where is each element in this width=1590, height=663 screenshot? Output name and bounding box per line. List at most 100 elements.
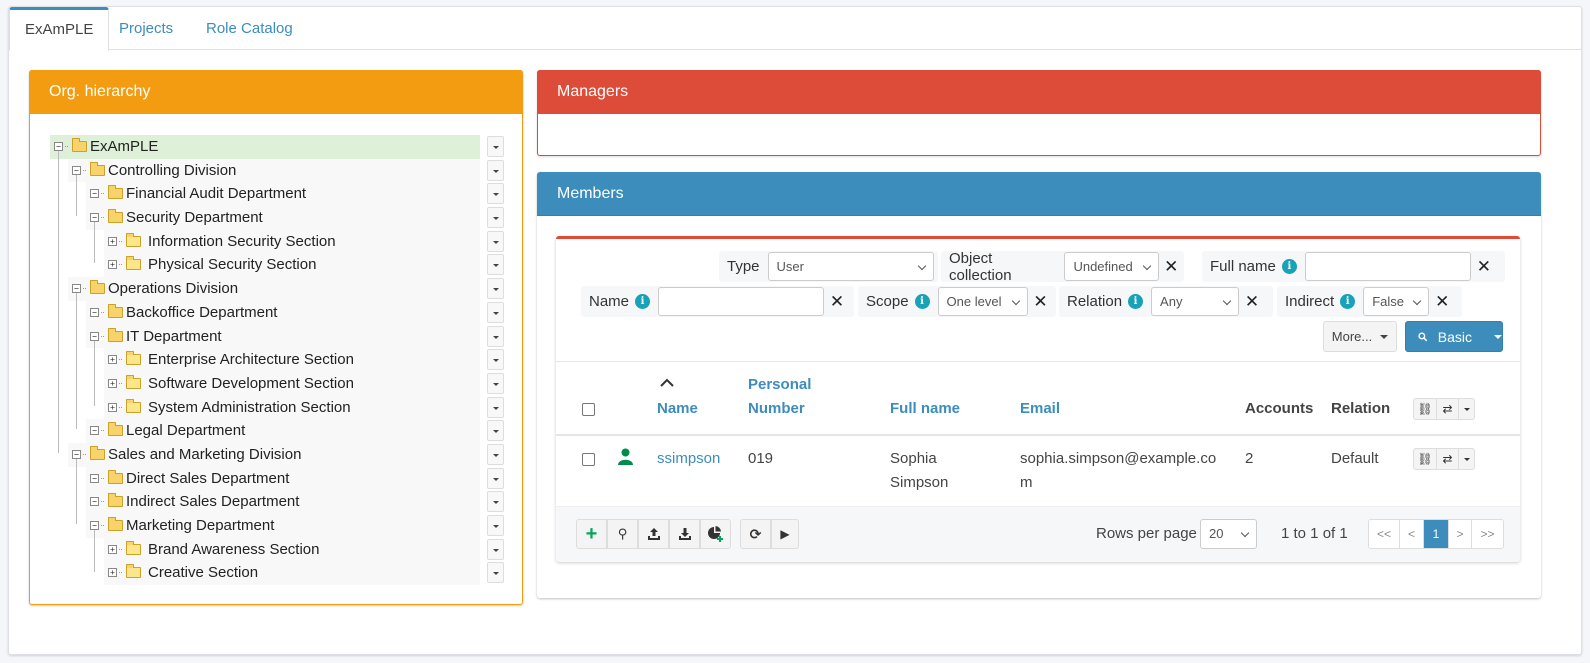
create-report-button[interactable]	[700, 519, 731, 549]
tree-node-menu-button[interactable]	[487, 325, 504, 347]
tree-node-menu-button[interactable]	[487, 278, 504, 300]
tree-node-label[interactable]: Legal Department	[126, 419, 245, 442]
tree-node-label[interactable]: Creative Section	[148, 561, 258, 584]
prev-page-button[interactable]: <	[1400, 520, 1424, 548]
tree-node-menu-button[interactable]	[487, 467, 504, 489]
play-button[interactable]: ▶	[771, 519, 799, 549]
clear-indirect-icon[interactable]: ✕	[1429, 292, 1455, 312]
clear-full-name-icon[interactable]: ✕	[1471, 257, 1497, 277]
tree-node[interactable]: − Financial Audit Department	[50, 182, 504, 207]
clear-relation-icon[interactable]: ✕	[1239, 292, 1265, 312]
tree-node-label[interactable]: Enterprise Architecture Section	[148, 348, 354, 371]
collapse-icon[interactable]: −	[90, 331, 104, 341]
collapse-icon[interactable]: −	[72, 165, 86, 175]
tree-node[interactable]: − Indirect Sales Department	[50, 490, 504, 514]
row-checkbox[interactable]	[582, 453, 595, 466]
expand-icon[interactable]: +	[108, 260, 122, 270]
sort-ascending-icon[interactable]	[660, 378, 674, 388]
relation-select[interactable]: Any	[1151, 287, 1240, 316]
tree-node-menu-button[interactable]	[487, 420, 504, 442]
tree-node-menu-button[interactable]	[487, 491, 504, 513]
collapse-icon[interactable]: −	[72, 449, 86, 459]
tree-node-label[interactable]: Financial Audit Department	[126, 182, 306, 205]
rows-per-page-select[interactable]: 20	[1200, 519, 1257, 549]
tree-node-label[interactable]: Sales and Marketing Division	[108, 443, 301, 466]
select-all-checkbox[interactable]	[582, 403, 595, 416]
tree-node[interactable]: − IT Department	[50, 324, 504, 349]
full-name-input[interactable]	[1304, 252, 1471, 281]
caret-down-icon[interactable]	[1459, 399, 1474, 419]
collapse-icon[interactable]: −	[90, 189, 104, 199]
collapse-icon[interactable]: −	[90, 307, 104, 317]
clear-object-collection-icon[interactable]: ✕	[1159, 257, 1184, 277]
tree-node-menu-button[interactable]	[487, 230, 504, 252]
page-1-button[interactable]: 1	[1424, 520, 1449, 548]
expand-icon[interactable]: +	[108, 402, 122, 412]
refresh-button[interactable]: ⟳	[740, 519, 771, 549]
tree-node-label[interactable]: IT Department	[126, 325, 222, 348]
tree-node-menu-button[interactable]	[487, 562, 504, 584]
tree-node-label[interactable]: ExAmPLE	[90, 135, 158, 158]
collapse-icon[interactable]: −	[90, 426, 104, 436]
tree-node[interactable]: + Software Development Section	[50, 371, 504, 396]
expand-icon[interactable]: +	[108, 568, 122, 578]
cell-name[interactable]: ssimpson	[657, 447, 720, 471]
tree-node-menu-button[interactable]	[487, 183, 504, 205]
info-icon[interactable]: i	[1128, 294, 1144, 309]
tree-node-label[interactable]: Physical Security Section	[148, 253, 316, 276]
swap-icon[interactable]: ⇄	[1437, 449, 1459, 469]
tree-node-label[interactable]: Indirect Sales Department	[126, 490, 299, 513]
clear-name-icon[interactable]: ✕	[824, 292, 850, 312]
unlink-icon[interactable]: ⛓	[1414, 399, 1437, 419]
tree-node-menu-button[interactable]	[487, 207, 504, 229]
tree-node-label[interactable]: Security Department	[126, 206, 263, 229]
object-collection-select[interactable]: Undefined	[1064, 252, 1159, 281]
unlink-icon[interactable]: ⛓	[1414, 449, 1437, 469]
info-icon[interactable]: i	[1340, 294, 1356, 309]
tree-node[interactable]: + Enterprise Architecture Section	[50, 348, 504, 372]
tree-node-menu-button[interactable]	[487, 538, 504, 560]
tree-node[interactable]: + Physical Security Section	[50, 253, 504, 278]
tree-node[interactable]: + System Administration Section	[50, 395, 504, 420]
expand-icon[interactable]: +	[108, 236, 122, 246]
tree-node-menu-button[interactable]	[487, 301, 504, 323]
expand-icon[interactable]: +	[108, 355, 122, 365]
expand-icon[interactable]: +	[108, 378, 122, 388]
next-page-button[interactable]: >	[1449, 520, 1472, 548]
tree-node-label[interactable]: Operations Division	[108, 277, 238, 300]
tree-node[interactable]: − Controlling Division	[50, 158, 504, 183]
collapse-icon[interactable]: −	[90, 213, 104, 223]
more-button[interactable]: More...	[1323, 321, 1397, 352]
tree-node[interactable]: + Information Security Section	[50, 229, 504, 254]
tab-role-catalog[interactable]: Role Catalog	[191, 7, 308, 50]
type-select[interactable]: User	[767, 252, 934, 281]
collapse-icon[interactable]: −	[72, 284, 86, 294]
tree-node-menu-button[interactable]	[487, 443, 504, 465]
collapse-icon[interactable]: −	[90, 521, 104, 530]
expand-icon[interactable]: +	[108, 544, 122, 554]
tree-node-label[interactable]: Backoffice Department	[126, 301, 277, 324]
tree-node-label[interactable]: Direct Sales Department	[126, 467, 289, 490]
tree-node[interactable]: − Direct Sales Department	[50, 466, 504, 491]
tree-node-label[interactable]: Controlling Division	[108, 159, 236, 182]
import-button[interactable]	[638, 519, 669, 549]
tree-node-menu-button[interactable]	[487, 254, 504, 276]
collapse-icon[interactable]: −	[90, 497, 104, 507]
tree-node[interactable]: − Marketing Department	[50, 514, 504, 538]
tree-node[interactable]: − Security Department	[50, 206, 504, 230]
tree-node-label[interactable]: Brand Awareness Section	[148, 538, 320, 561]
tree-node-menu-button[interactable]	[487, 372, 504, 394]
last-page-button[interactable]: >>	[1472, 520, 1503, 548]
collapse-icon[interactable]: −	[54, 142, 68, 151]
column-header-personal-number[interactable]: Personal Number	[748, 373, 811, 421]
scope-select[interactable]: One level	[937, 287, 1028, 316]
collapse-icon[interactable]: −	[90, 473, 104, 483]
tab-projects[interactable]: Projects	[104, 7, 188, 50]
assign-button[interactable]: ⚲	[607, 519, 638, 549]
tree-node[interactable]: + Creative Section	[50, 561, 504, 586]
tree-node[interactable]: − Legal Department	[50, 419, 504, 443]
caret-down-icon[interactable]	[1494, 334, 1502, 339]
name-input[interactable]	[658, 287, 825, 316]
first-page-button[interactable]: <<	[1369, 520, 1400, 548]
tree-node-label[interactable]: Information Security Section	[148, 230, 336, 253]
